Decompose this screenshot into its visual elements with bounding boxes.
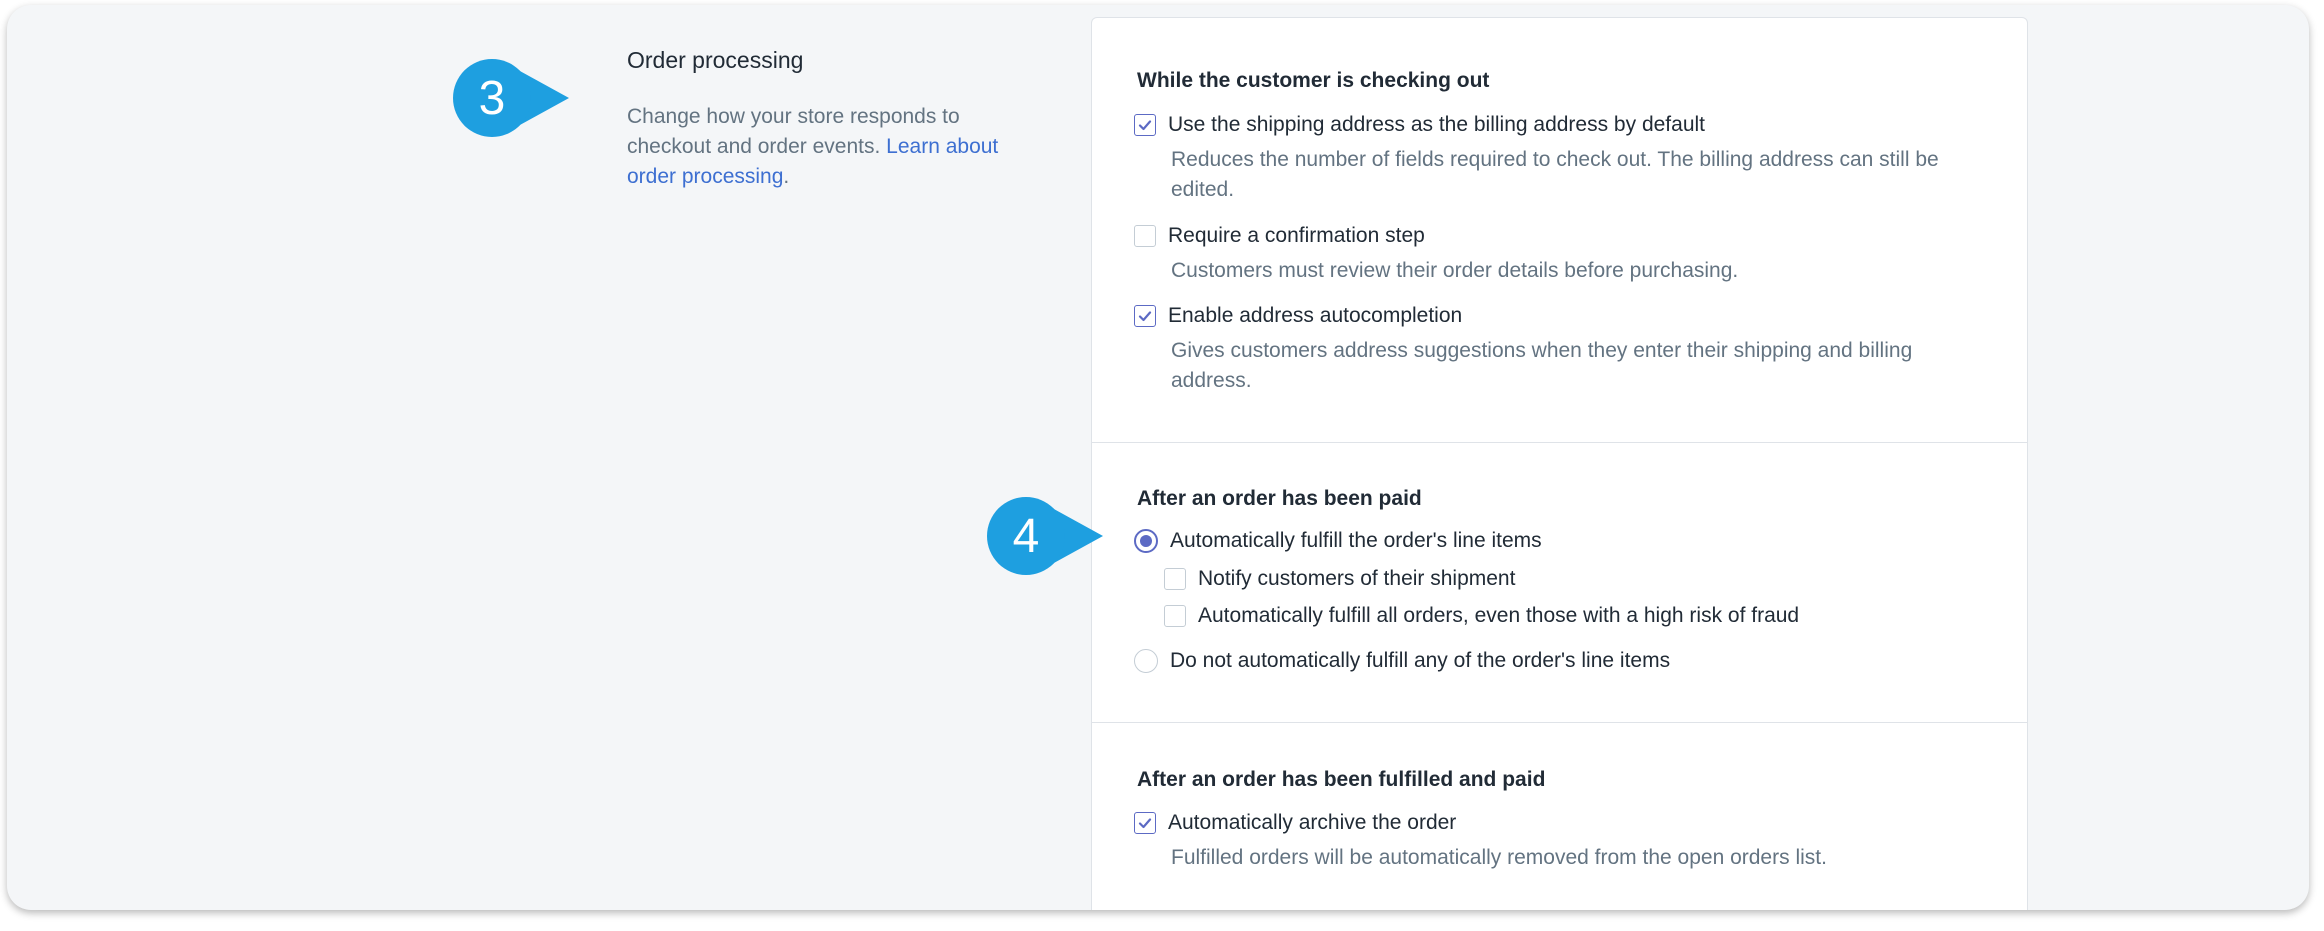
option-help: Fulfilled orders will be automatically r… [1171,846,1827,869]
paid-heading: After an order has been paid [1137,487,1422,510]
option-label: Require a confirmation step [1168,224,1425,247]
option-label: Notify customers of their shipment [1198,567,1516,590]
option-label: Do not automatically fulfill any of the … [1170,649,1671,672]
section-title: Order processing [627,47,804,73]
step-number: 3 [453,59,531,137]
option-help: Reduces the number of fields required to… [1171,148,1939,201]
fulfilled-section: After an order has been fulfilled and pa… [1092,722,2027,910]
auto-fulfill-option[interactable]: Automatically fulfill the order's line i… [1134,529,1542,553]
option-label: Automatically fulfill the order's line i… [1170,529,1542,552]
help-period: . [783,165,790,188]
option-label: Automatically fulfill all orders, even t… [1198,604,1800,627]
confirmation-step-checkbox[interactable] [1134,225,1156,247]
fulfill-high-risk-checkbox[interactable] [1164,605,1186,627]
option-help: Customers must review their order detail… [1171,259,1739,282]
auto-archive-option[interactable]: Automatically archive the order [1134,811,1456,835]
step-number: 4 [987,497,1065,575]
no-auto-fulfill-radio[interactable] [1134,649,1158,673]
checkmark-icon [1138,311,1152,322]
section-description: Order processing Change how your store r… [627,47,1027,192]
notify-shipment-option[interactable]: Notify customers of their shipment [1164,567,1515,591]
fulfilled-heading: After an order has been fulfilled and pa… [1137,768,1546,791]
checkmark-icon [1138,818,1152,829]
no-auto-fulfill-option[interactable]: Do not automatically fulfill any of the … [1134,649,1670,673]
checkmark-icon [1138,120,1152,131]
confirmation-step-option[interactable]: Require a confirmation step [1134,224,1425,248]
step-marker-4: 4 [987,497,1103,575]
section-help: Change how your store responds to checko… [627,102,1027,192]
address-autocomplete-checkbox[interactable] [1134,305,1156,327]
address-autocomplete-option[interactable]: Enable address autocompletion [1134,304,1462,328]
step-marker-3: 3 [453,59,569,137]
checkout-heading: While the customer is checking out [1137,69,1490,92]
order-processing-card: While the customer is checking out Use t… [1091,17,2028,910]
checkout-section: While the customer is checking out Use t… [1092,18,2027,442]
screenshot-frame: 3 Order processing Change how your store… [7,5,2309,910]
auto-archive-checkbox[interactable] [1134,812,1156,834]
shipping-as-billing-option[interactable]: Use the shipping address as the billing … [1134,113,1705,137]
option-label: Enable address autocompletion [1168,304,1463,327]
fulfill-high-risk-option[interactable]: Automatically fulfill all orders, even t… [1164,604,1799,628]
auto-fulfill-radio[interactable] [1134,529,1158,553]
option-help: Gives customers address suggestions when… [1171,339,1913,392]
notify-shipment-checkbox[interactable] [1164,568,1186,590]
option-label: Automatically archive the order [1168,811,1457,834]
paid-section: After an order has been paid Automatical… [1092,442,2027,723]
option-label: Use the shipping address as the billing … [1168,113,1705,136]
radio-dot [1140,535,1152,547]
shipping-as-billing-checkbox[interactable] [1134,114,1156,136]
